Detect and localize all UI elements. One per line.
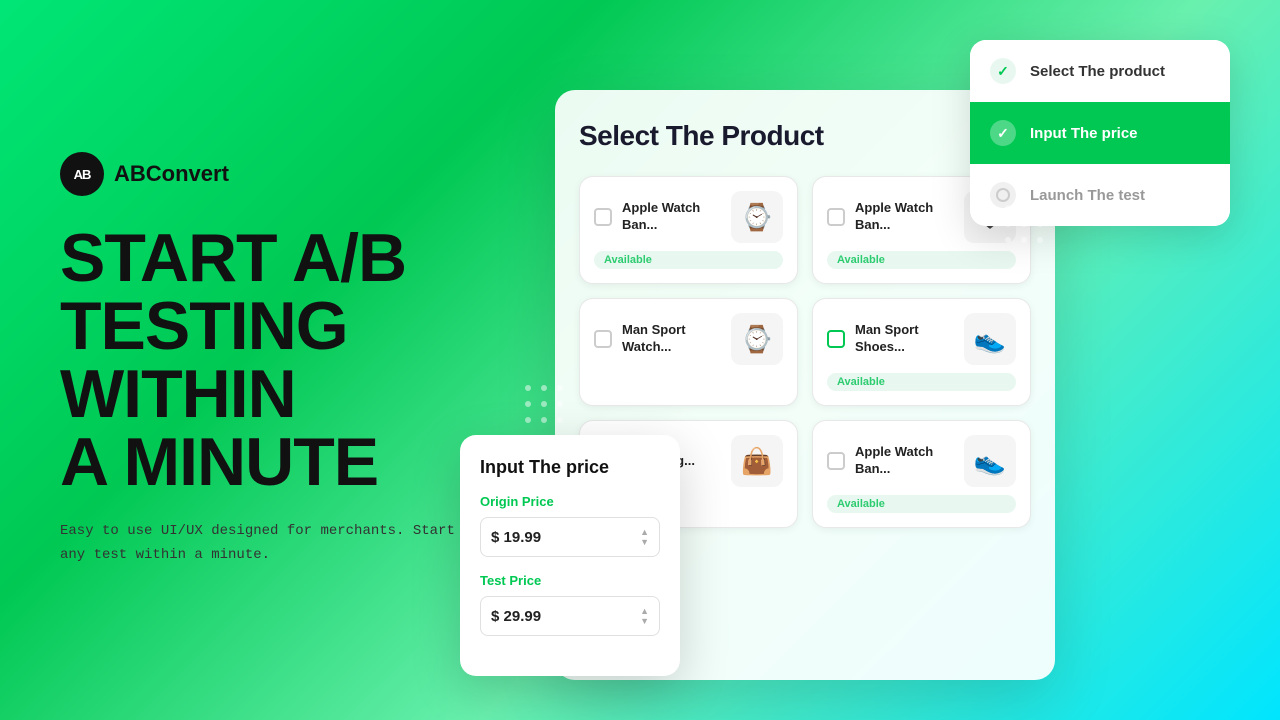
product-card-3[interactable]: Man Sport Watch... ⌚ bbox=[579, 298, 798, 406]
product-card-6[interactable]: Apple Watch Ban... 👟 Available bbox=[812, 420, 1031, 528]
hero-subtitle: Easy to use UI/UX designed for merchants… bbox=[60, 520, 480, 568]
product-checkbox-4[interactable] bbox=[827, 330, 845, 348]
available-badge-6: Available bbox=[827, 495, 1016, 513]
wizard-step-1-label: Select The product bbox=[1030, 63, 1165, 80]
logo-name: ABConvert bbox=[114, 161, 229, 187]
product-image-4: 👟 bbox=[964, 313, 1016, 365]
product-image-6: 👟 bbox=[964, 435, 1016, 487]
price-panel: Input The price Origin Price $ 19.99 ▲ ▼… bbox=[460, 435, 680, 676]
product-name-4: Man Sport Shoes... bbox=[855, 322, 954, 356]
test-price-value: $ 29.99 bbox=[491, 608, 640, 625]
wizard-panel: ✓ Select The product ✓ Input The price L… bbox=[970, 40, 1230, 226]
product-name-1: Apple Watch Ban... bbox=[622, 200, 721, 234]
product-image-3: ⌚ bbox=[731, 313, 783, 365]
stepper-up-icon[interactable]: ▲ bbox=[640, 528, 649, 537]
test-price-input[interactable]: $ 29.99 ▲ ▼ bbox=[480, 596, 660, 636]
product-name-3: Man Sport Watch... bbox=[622, 322, 721, 356]
test-stepper-up-icon[interactable]: ▲ bbox=[640, 607, 649, 616]
left-section: AB ABConvert START A/B TESTING WITHIN A … bbox=[60, 0, 480, 720]
product-checkbox-1[interactable] bbox=[594, 208, 612, 226]
step-active-icon: ✓ bbox=[990, 120, 1016, 146]
test-stepper-down-icon[interactable]: ▼ bbox=[640, 617, 649, 626]
step-done-icon: ✓ bbox=[990, 58, 1016, 84]
test-price-label: Test Price bbox=[480, 573, 660, 588]
available-badge-4: Available bbox=[827, 373, 1016, 391]
origin-price-input[interactable]: $ 19.99 ▲ ▼ bbox=[480, 517, 660, 557]
product-checkbox-3[interactable] bbox=[594, 330, 612, 348]
product-name-2: Apple Watch Ban... bbox=[855, 200, 954, 234]
panel-title: Select The Product bbox=[579, 120, 1031, 152]
product-image-1: ⌚ bbox=[731, 191, 783, 243]
product-checkbox-2[interactable] bbox=[827, 208, 845, 226]
product-card-4[interactable]: Man Sport Shoes... 👟 Available bbox=[812, 298, 1031, 406]
logo-icon: AB bbox=[60, 152, 104, 196]
hero-title: START A/B TESTING WITHIN A MINUTE bbox=[60, 224, 480, 496]
decorative-dots-2 bbox=[1000, 200, 1080, 280]
origin-price-stepper[interactable]: ▲ ▼ bbox=[640, 528, 649, 547]
available-badge-2: Available bbox=[827, 251, 1016, 269]
product-card-1[interactable]: Apple Watch Ban... ⌚ Available bbox=[579, 176, 798, 284]
product-image-5: 👜 bbox=[731, 435, 783, 487]
logo: AB ABConvert bbox=[60, 152, 480, 196]
price-panel-title: Input The price bbox=[480, 457, 660, 478]
wizard-step-1[interactable]: ✓ Select The product bbox=[970, 40, 1230, 102]
origin-price-value: $ 19.99 bbox=[491, 529, 640, 546]
product-name-6: Apple Watch Ban... bbox=[855, 444, 954, 478]
wizard-step-2-label: Input The price bbox=[1030, 125, 1138, 142]
wizard-step-2[interactable]: ✓ Input The price bbox=[970, 102, 1230, 164]
test-price-stepper[interactable]: ▲ ▼ bbox=[640, 607, 649, 626]
stepper-down-icon[interactable]: ▼ bbox=[640, 538, 649, 547]
origin-price-label: Origin Price bbox=[480, 494, 660, 509]
available-badge-1: Available bbox=[594, 251, 783, 269]
product-checkbox-6[interactable] bbox=[827, 452, 845, 470]
